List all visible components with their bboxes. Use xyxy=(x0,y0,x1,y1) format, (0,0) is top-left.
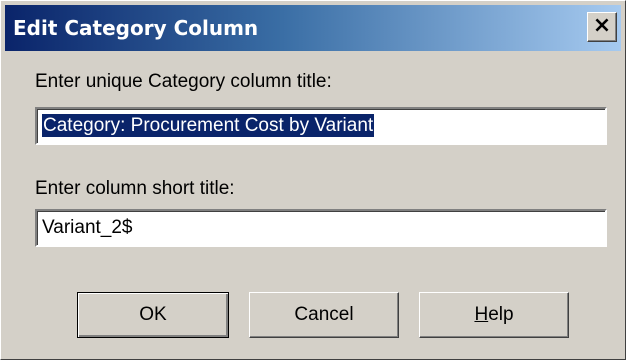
ok-button[interactable]: OK xyxy=(77,292,229,338)
short-title-input[interactable]: Variant_2$ xyxy=(35,209,607,247)
help-button-mnemonic: H xyxy=(474,304,489,325)
column-title-label: Enter unique Category column title: xyxy=(35,71,332,92)
short-title-label: Enter column short title: xyxy=(35,178,235,199)
column-title-input[interactable]: Category: Procurement Cost by Variant xyxy=(35,107,607,145)
column-title-value: Category: Procurement Cost by Variant xyxy=(42,114,375,137)
edit-category-column-dialog: Edit Category Column × Enter unique Cate… xyxy=(0,0,626,360)
close-button[interactable]: × xyxy=(587,12,617,42)
ok-button-label: OK xyxy=(139,304,167,325)
short-title-value: Variant_2$ xyxy=(42,217,133,238)
close-icon: × xyxy=(592,13,612,38)
cancel-button-label: Cancel xyxy=(294,304,354,325)
dialog-title: Edit Category Column xyxy=(13,16,259,40)
help-button-label: elp xyxy=(488,304,514,325)
cancel-button[interactable]: Cancel xyxy=(249,292,399,338)
help-button[interactable]: Help xyxy=(419,292,569,338)
title-bar[interactable]: Edit Category Column × xyxy=(5,5,621,51)
